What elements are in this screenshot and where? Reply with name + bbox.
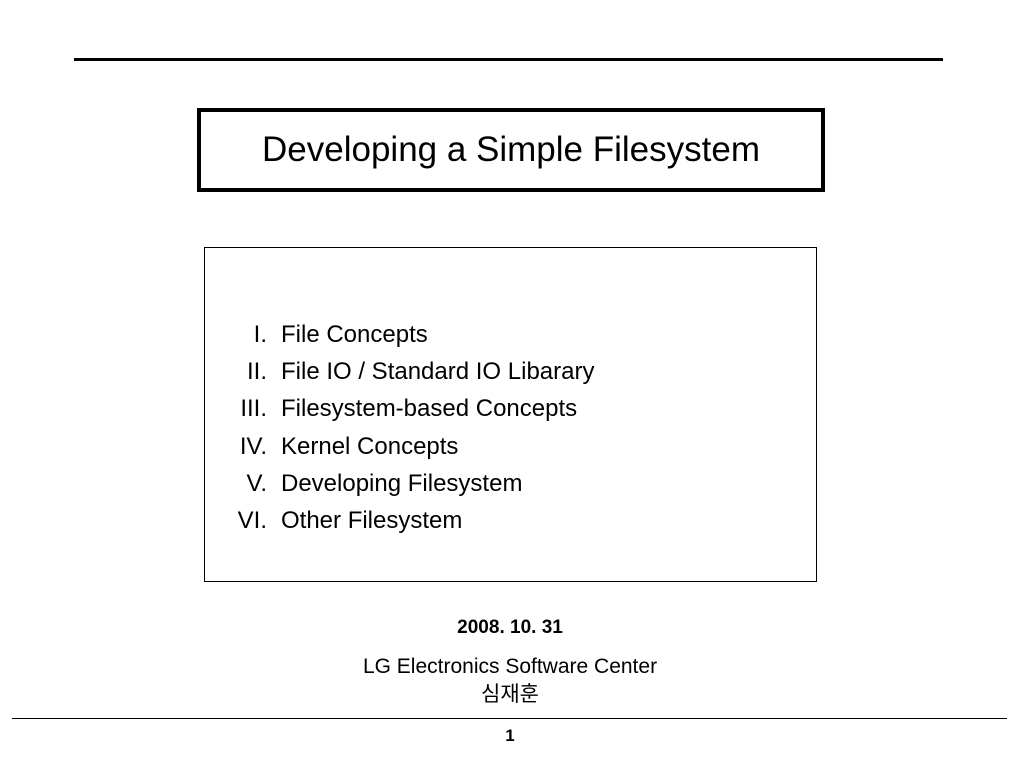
date: 2008. 10. 31 — [0, 617, 1020, 639]
toc-item-label: File Concepts — [281, 316, 428, 353]
toc-item-label: File IO / Standard IO Libarary — [281, 353, 594, 390]
table-of-contents-box: I. File Concepts II. File IO / Standard … — [204, 247, 817, 582]
toc-item-number: V. — [225, 465, 281, 502]
toc-item-label: Kernel Concepts — [281, 428, 458, 465]
author: 심재훈 — [481, 683, 539, 706]
title-box: Developing a Simple Filesystem — [197, 108, 825, 192]
toc-item: III. Filesystem-based Concepts — [225, 390, 796, 427]
toc-item: IV. Kernel Concepts — [225, 428, 796, 465]
organization: LG Electronics Software Center — [363, 655, 657, 678]
toc-item-number: I. — [225, 316, 281, 353]
toc-item: V. Developing Filesystem — [225, 465, 796, 502]
toc-item: II. File IO / Standard IO Libarary — [225, 353, 796, 390]
toc-item: I. File Concepts — [225, 316, 796, 353]
slide-title: Developing a Simple Filesystem — [211, 130, 811, 170]
bottom-horizontal-rule — [12, 718, 1007, 719]
toc-item-label: Filesystem-based Concepts — [281, 390, 577, 427]
toc-item-label: Developing Filesystem — [281, 465, 522, 502]
page-number: 1 — [0, 726, 1020, 746]
toc-item-label: Other Filesystem — [281, 502, 462, 539]
toc-item-number: VI. — [225, 502, 281, 539]
toc-list: I. File Concepts II. File IO / Standard … — [225, 316, 796, 539]
toc-item-number: III. — [225, 390, 281, 427]
top-horizontal-rule — [74, 58, 943, 61]
toc-item-number: IV. — [225, 428, 281, 465]
toc-item: VI. Other Filesystem — [225, 502, 796, 539]
toc-item-number: II. — [225, 353, 281, 390]
organization-author: LG Electronics Software Center 심재훈 — [0, 653, 1020, 710]
